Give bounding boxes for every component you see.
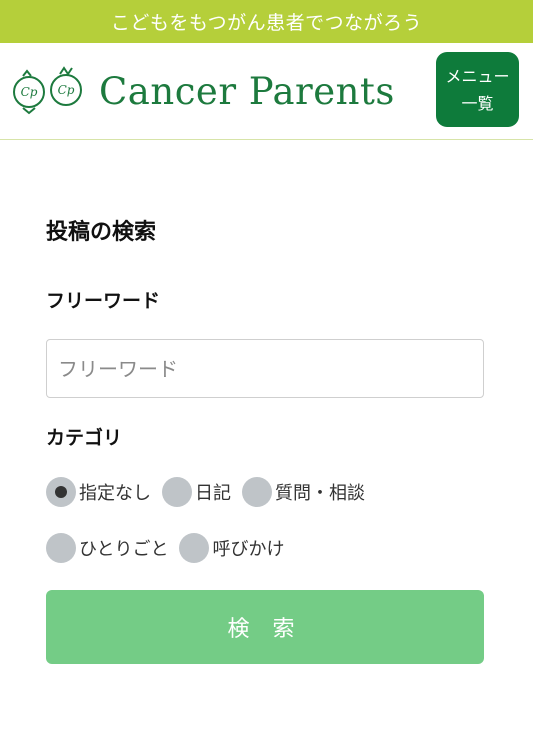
radio-label: ひとりごと <box>79 539 169 560</box>
search-submit-button[interactable]: 検 索 <box>46 590 484 664</box>
menu-button[interactable]: メニュー 一覧 <box>436 52 519 127</box>
radio-button[interactable] <box>162 477 192 507</box>
page-title: 投稿の検索 <box>46 220 157 245</box>
category-label: カテゴリ <box>46 427 123 449</box>
radio-button[interactable] <box>46 477 76 507</box>
cp-mascot-icon: Cp Cp <box>13 66 82 115</box>
logo-text: Cancer Parents <box>99 69 395 113</box>
radio-label: 呼びかけ <box>212 539 285 560</box>
logo-mark-text: Cp <box>21 85 38 99</box>
radio-selected-dot <box>55 486 67 498</box>
radio-label: 日記 <box>195 483 231 504</box>
freeword-label: フリーワード <box>46 290 161 312</box>
radio-label: 質問・相談 <box>275 483 365 504</box>
radio-label: 指定なし <box>79 483 151 504</box>
category-radio-monologue[interactable]: ひとりごと <box>46 533 179 563</box>
radio-button[interactable] <box>179 533 210 563</box>
search-submit-label: 検 索 <box>227 617 303 642</box>
radio-button[interactable] <box>46 533 76 563</box>
category-radio-none[interactable]: 指定なし <box>46 477 162 507</box>
menu-label-line2: 一覧 <box>461 93 494 113</box>
tagline-text: こどもをもつがん患者でつながろう <box>110 12 423 34</box>
site-logo[interactable]: Cp Cp Cancer Parents <box>11 64 395 118</box>
menu-label-line1: メニュー <box>445 66 510 86</box>
freeword-input[interactable] <box>46 339 484 398</box>
category-radio-question[interactable]: 質問・相談 <box>242 477 376 507</box>
category-row-2: ひとりごと 呼びかけ <box>46 533 295 563</box>
radio-button[interactable] <box>242 477 272 507</box>
category-row-1: 指定なし 日記 質問・相談 <box>46 477 376 507</box>
tagline-bar: こどもをもつがん患者でつながろう <box>0 0 533 43</box>
category-radio-call[interactable]: 呼びかけ <box>179 533 295 563</box>
category-radio-diary[interactable]: 日記 <box>162 477 242 507</box>
logo-mark-text: Cp <box>58 83 75 97</box>
